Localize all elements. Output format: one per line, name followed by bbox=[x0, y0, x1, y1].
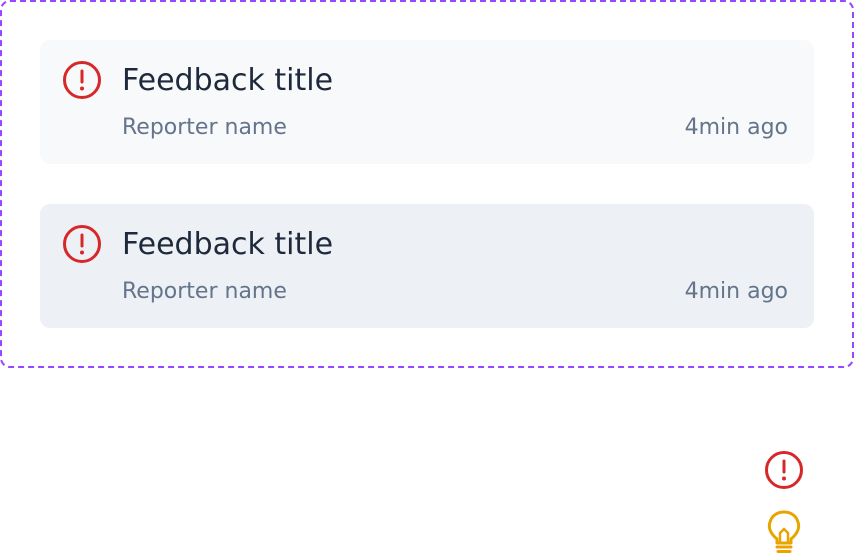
reporter-name: Reporter name bbox=[122, 279, 287, 304]
alert-circle-icon bbox=[63, 225, 101, 263]
feedback-card[interactable]: Feedback title Reporter name 4min ago bbox=[40, 204, 814, 328]
feedback-title: Feedback title bbox=[122, 227, 334, 262]
lightbulb-icon bbox=[767, 510, 801, 553]
feedback-card[interactable]: Feedback title Reporter name 4min ago bbox=[40, 40, 814, 164]
reporter-name: Reporter name bbox=[122, 115, 287, 140]
alert-circle-icon bbox=[63, 61, 101, 99]
timestamp: 4min ago bbox=[684, 279, 788, 304]
feedback-title: Feedback title bbox=[122, 63, 334, 98]
alert-circle-icon bbox=[765, 451, 803, 489]
timestamp: 4min ago bbox=[684, 115, 788, 140]
